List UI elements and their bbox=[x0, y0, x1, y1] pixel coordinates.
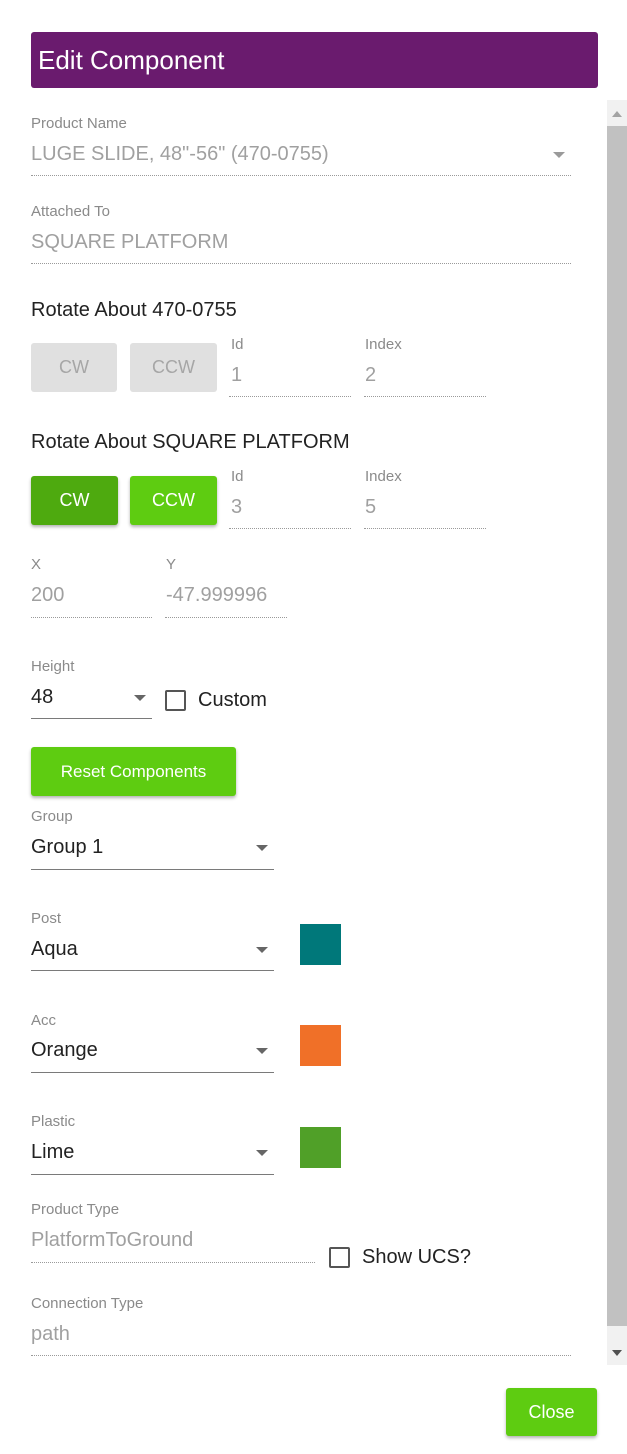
dialog-title: Edit Component bbox=[31, 32, 598, 88]
chevron-down-icon[interactable] bbox=[256, 1150, 268, 1156]
group-underline bbox=[31, 869, 274, 870]
reset-components-button[interactable]: Reset Components bbox=[31, 747, 236, 796]
chevron-down-icon[interactable] bbox=[256, 1048, 268, 1054]
scroll-up-arrow-icon[interactable] bbox=[612, 111, 622, 117]
product-name-underline bbox=[31, 175, 571, 176]
post-label: Post bbox=[31, 910, 62, 927]
rotate-parent-index-field[interactable]: 5 bbox=[365, 496, 376, 519]
chevron-down-icon[interactable] bbox=[256, 947, 268, 953]
rotate-parent-id-label: Id bbox=[231, 468, 244, 485]
rotate-self-index-label: Index bbox=[365, 336, 402, 353]
scrollbar-thumb[interactable] bbox=[607, 126, 627, 1326]
show-ucs-label: Show UCS? bbox=[362, 1246, 471, 1268]
acc-label: Acc bbox=[31, 1012, 57, 1029]
y-underline bbox=[165, 617, 287, 618]
post-color-swatch bbox=[300, 924, 341, 965]
connection-type-label: Connection Type bbox=[31, 1295, 144, 1312]
height-label: Height bbox=[31, 658, 75, 675]
height-underline bbox=[31, 718, 152, 719]
post-underline bbox=[31, 970, 274, 971]
attached-to-field[interactable]: SQUARE PLATFORM bbox=[31, 231, 228, 254]
y-field[interactable]: -47.999996 bbox=[166, 584, 267, 607]
form-scrollbar[interactable] bbox=[607, 100, 627, 1365]
rotate-self-ccw-button[interactable]: CCW bbox=[130, 343, 217, 392]
form-scroll-area[interactable]: Product Name LUGE SLIDE, 48"-56" (470-07… bbox=[0, 100, 627, 1365]
close-button[interactable]: Close bbox=[506, 1388, 597, 1436]
rotate-self-cw-button[interactable]: CW bbox=[31, 343, 117, 392]
custom-checkbox[interactable] bbox=[165, 690, 186, 711]
rotate-self-id-field[interactable]: 1 bbox=[231, 364, 242, 387]
rotate-parent-ccw-button[interactable]: CCW bbox=[130, 476, 217, 525]
rotate-self-heading: Rotate About 470-0755 bbox=[31, 299, 237, 321]
rotate-parent-index-underline bbox=[364, 528, 486, 529]
rotate-self-index-underline bbox=[364, 396, 486, 397]
rotate-self-id-underline bbox=[229, 396, 351, 397]
chevron-down-icon[interactable] bbox=[256, 845, 268, 851]
post-select[interactable]: Aqua bbox=[31, 938, 78, 961]
rotate-parent-cw-button[interactable]: CW bbox=[31, 476, 118, 525]
chevron-down-icon[interactable] bbox=[134, 695, 146, 701]
product-name-label: Product Name bbox=[31, 115, 127, 132]
rotate-parent-id-field[interactable]: 3 bbox=[231, 496, 242, 519]
attached-to-label: Attached To bbox=[31, 203, 110, 220]
rotate-parent-id-underline bbox=[229, 528, 351, 529]
rotate-parent-index-label: Index bbox=[365, 468, 402, 485]
group-select[interactable]: Group 1 bbox=[31, 836, 103, 859]
acc-color-swatch bbox=[300, 1025, 341, 1066]
rotate-parent-heading: Rotate About SQUARE PLATFORM bbox=[31, 431, 350, 453]
product-name-select[interactable]: LUGE SLIDE, 48"-56" (470-0755) bbox=[31, 143, 329, 166]
product-type-underline bbox=[31, 1262, 315, 1263]
x-underline bbox=[31, 617, 152, 618]
chevron-down-icon[interactable] bbox=[553, 152, 565, 158]
plastic-color-swatch bbox=[300, 1127, 341, 1168]
acc-underline bbox=[31, 1072, 274, 1073]
plastic-select[interactable]: Lime bbox=[31, 1141, 74, 1164]
connection-type-field[interactable]: path bbox=[31, 1323, 70, 1346]
y-label: Y bbox=[166, 556, 177, 573]
connection-type-underline bbox=[31, 1355, 571, 1356]
acc-select[interactable]: Orange bbox=[31, 1039, 98, 1062]
scroll-down-arrow-icon[interactable] bbox=[612, 1350, 622, 1356]
height-select[interactable]: 48 bbox=[31, 686, 53, 709]
show-ucs-checkbox[interactable] bbox=[329, 1247, 350, 1268]
plastic-underline bbox=[31, 1174, 274, 1175]
rotate-self-index-field[interactable]: 2 bbox=[365, 364, 376, 387]
product-type-label: Product Type bbox=[31, 1201, 120, 1218]
custom-checkbox-label: Custom bbox=[198, 689, 267, 711]
plastic-label: Plastic bbox=[31, 1113, 76, 1130]
attached-to-underline bbox=[31, 263, 571, 264]
group-label: Group bbox=[31, 808, 73, 825]
x-label: X bbox=[31, 556, 42, 573]
x-field[interactable]: 200 bbox=[31, 584, 64, 607]
rotate-self-id-label: Id bbox=[231, 336, 244, 353]
product-type-field[interactable]: PlatformToGround bbox=[31, 1229, 193, 1252]
